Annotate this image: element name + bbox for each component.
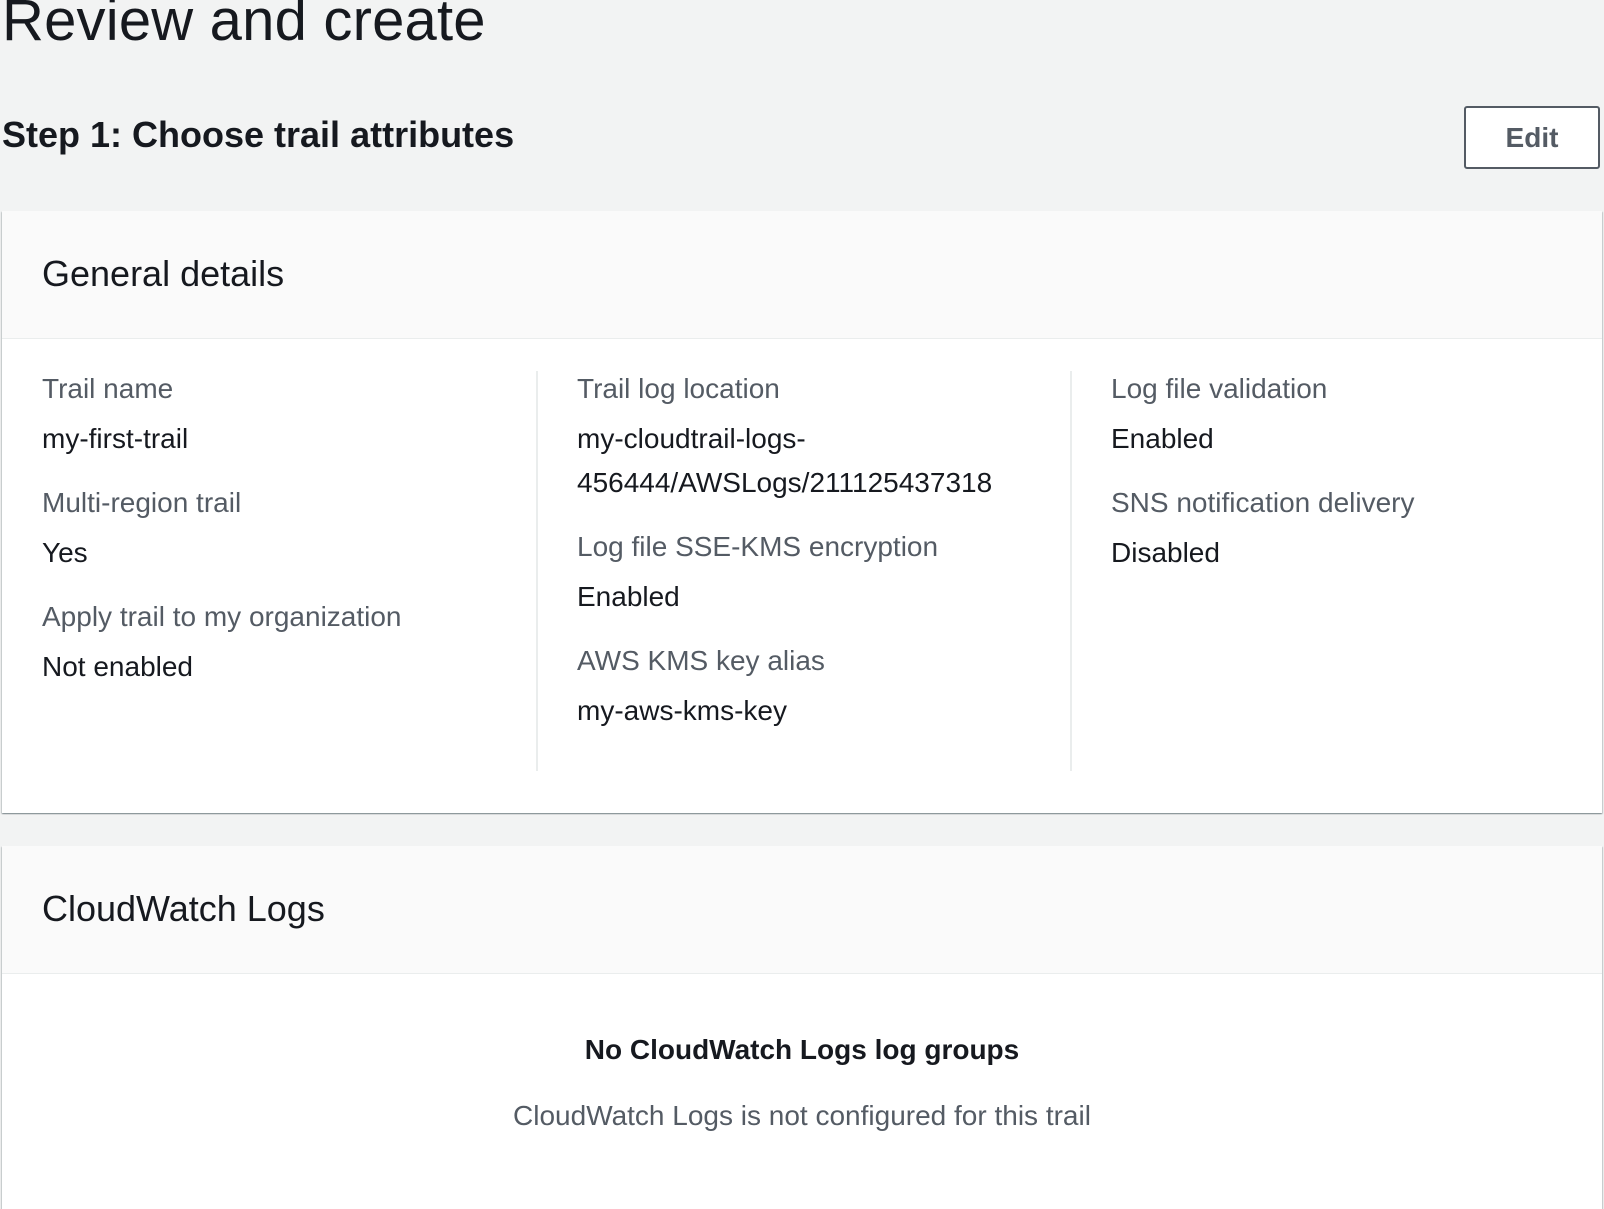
step-title: Step 1: Choose trail attributes	[2, 114, 515, 155]
kms-alias-field: AWS KMS key alias my-aws-kms-key	[577, 643, 1071, 733]
kms-alias-value: my-aws-kms-key	[577, 695, 787, 726]
apply-org-field: Apply trail to my organization Not enabl…	[42, 599, 536, 689]
column-divider	[536, 371, 538, 771]
sse-kms-value: Enabled	[577, 581, 680, 612]
edit-button[interactable]: Edit	[1464, 106, 1600, 169]
trail-name-value: my-first-trail	[42, 423, 189, 454]
apply-org-label: Apply trail to my organization	[42, 601, 402, 632]
details-column-3: Log file validation Enabled SNS notifica…	[1111, 371, 1591, 771]
sns-delivery-field: SNS notification delivery Disabled	[1111, 485, 1591, 575]
cloudwatch-logs-panel: CloudWatch Logs No CloudWatch Logs log g…	[2, 846, 1602, 1209]
trail-name-label: Trail name	[42, 373, 174, 404]
multi-region-value: Yes	[42, 537, 88, 568]
general-details-title: General details	[42, 253, 285, 294]
multi-region-label: Multi-region trail	[42, 487, 242, 518]
details-column-1: Trail name my-first-trail Multi-region t…	[42, 371, 536, 771]
trail-name-field: Trail name my-first-trail	[42, 371, 536, 461]
log-validation-value: Enabled	[1111, 423, 1214, 454]
cloudwatch-logs-header: CloudWatch Logs	[2, 846, 1602, 974]
apply-org-value: Not enabled	[42, 651, 194, 682]
general-details-panel: General details Trail name my-first-trai…	[2, 211, 1602, 813]
multi-region-field: Multi-region trail Yes	[42, 485, 536, 575]
log-validation-field: Log file validation Enabled	[1111, 371, 1591, 461]
log-location-value-line-2: 456444/AWSLogs/211125437318	[577, 467, 993, 498]
empty-state-description: CloudWatch Logs is not configured for th…	[513, 1100, 1091, 1131]
log-location-value-line-1: my-cloudtrail-logs-	[577, 423, 806, 454]
sns-delivery-value: Disabled	[1111, 537, 1220, 568]
general-details-header: General details	[2, 211, 1602, 339]
log-location-label: Trail log location	[577, 373, 780, 404]
page-title: Review and create	[2, 0, 486, 53]
general-details-columns: Trail name my-first-trail Multi-region t…	[2, 371, 1602, 771]
cloudwatch-empty-state: No CloudWatch Logs log groups CloudWatch…	[2, 1032, 1602, 1134]
log-validation-label: Log file validation	[1111, 373, 1328, 404]
details-column-2: Trail log location my-cloudtrail-logs- 4…	[577, 371, 1071, 771]
sns-delivery-label: SNS notification delivery	[1111, 487, 1415, 518]
kms-alias-label: AWS KMS key alias	[577, 645, 825, 676]
log-location-field: Trail log location my-cloudtrail-logs- 4…	[577, 371, 1071, 505]
cloudwatch-logs-title: CloudWatch Logs	[42, 888, 325, 929]
column-divider	[1070, 371, 1072, 771]
review-and-create-page: Review and create Step 1: Choose trail a…	[0, 0, 1604, 1209]
sse-kms-label: Log file SSE-KMS encryption	[577, 531, 939, 562]
empty-state-title: No CloudWatch Logs log groups	[584, 1034, 1020, 1065]
sse-kms-field: Log file SSE-KMS encryption Enabled	[577, 529, 1071, 619]
